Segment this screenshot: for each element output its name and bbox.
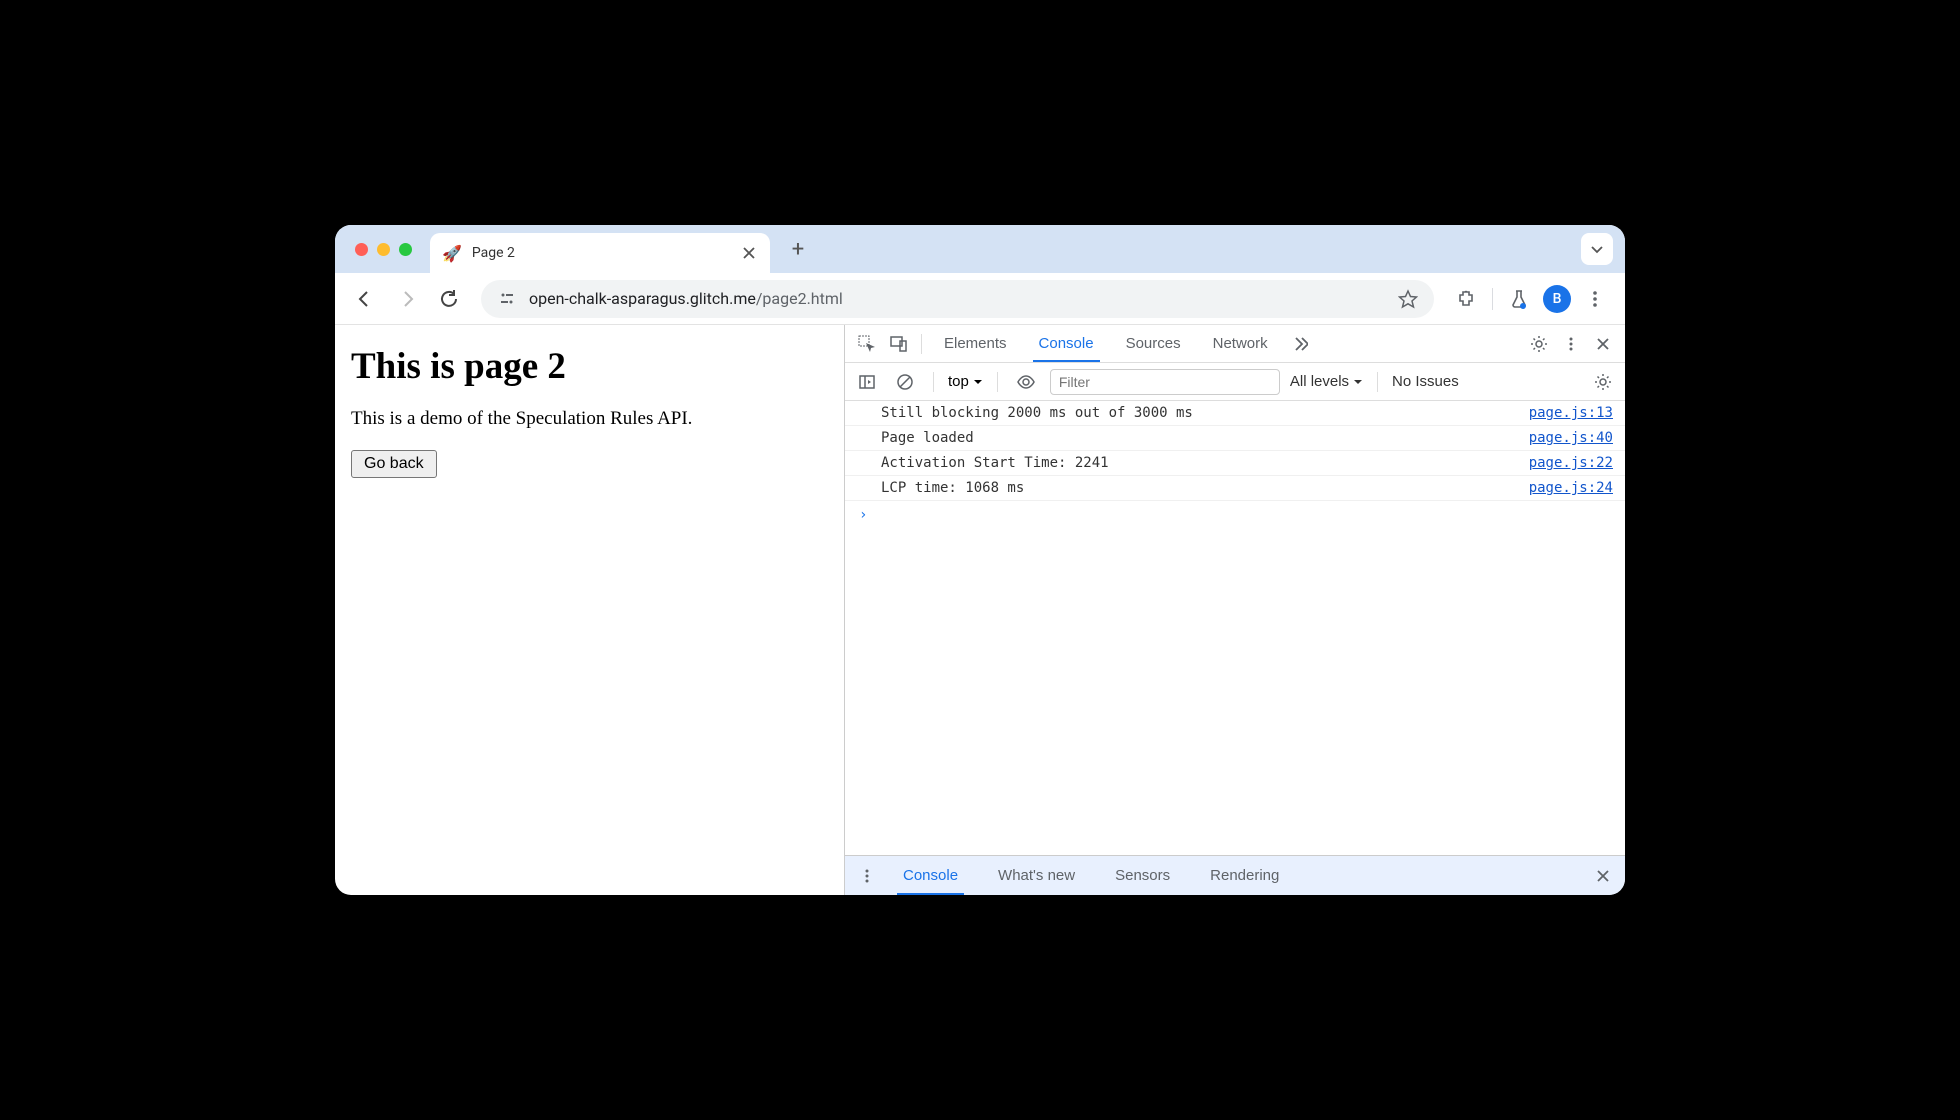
tab-network[interactable]: Network [1199, 325, 1282, 362]
address-bar[interactable]: open-chalk-asparagus.glitch.me/page2.htm… [481, 280, 1434, 318]
toolbar-divider [1492, 288, 1493, 310]
console-settings-icon[interactable] [1589, 368, 1617, 396]
url-text: open-chalk-asparagus.glitch.me/page2.htm… [529, 289, 1386, 308]
log-source-link[interactable]: page.js:13 [1529, 405, 1613, 421]
log-source-link[interactable]: page.js:40 [1529, 430, 1613, 446]
divider [933, 372, 934, 392]
levels-label: All levels [1290, 373, 1349, 390]
new-tab-button[interactable]: + [782, 233, 814, 265]
labs-flask-icon[interactable] [1501, 281, 1537, 317]
device-toggle-icon[interactable] [885, 330, 913, 358]
maximize-window-button[interactable] [399, 243, 412, 256]
url-path: /page2.html [756, 289, 843, 308]
console-toolbar: top All levels No Issues [845, 363, 1625, 401]
url-host: open-chalk-asparagus.glitch.me [529, 289, 756, 308]
chrome-menu-icon[interactable] [1577, 281, 1613, 317]
browser-tab[interactable]: 🚀 Page 2 [430, 233, 770, 273]
tab-sources[interactable]: Sources [1112, 325, 1195, 362]
tab-elements[interactable]: Elements [930, 325, 1021, 362]
avatar-initial: B [1553, 291, 1562, 307]
context-label: top [948, 373, 969, 390]
console-log-row: Activation Start Time: 2241 page.js:22 [845, 451, 1625, 476]
devtools-tabbar: Elements Console Sources Network [845, 325, 1625, 363]
close-tab-button[interactable] [740, 244, 758, 262]
page-paragraph: This is a demo of the Speculation Rules … [351, 408, 828, 430]
drawer-tab-whats-new[interactable]: What's new [980, 856, 1093, 895]
log-message: Page loaded [881, 430, 1529, 446]
extensions-icon[interactable] [1448, 281, 1484, 317]
forward-button[interactable] [389, 281, 425, 317]
log-message: Still blocking 2000 ms out of 3000 ms [881, 405, 1529, 421]
go-back-button[interactable]: Go back [351, 450, 437, 478]
console-log-row: Page loaded page.js:40 [845, 426, 1625, 451]
tab-title: Page 2 [472, 245, 730, 261]
content-area: This is page 2 This is a demo of the Spe… [335, 325, 1625, 895]
devtools-panel: Elements Console Sources Network [845, 325, 1625, 895]
devtools-close-icon[interactable] [1589, 330, 1617, 358]
context-selector[interactable]: top [948, 373, 983, 390]
filter-input[interactable] [1050, 369, 1280, 395]
log-message: LCP time: 1068 ms [881, 480, 1529, 496]
browser-toolbar: open-chalk-asparagus.glitch.me/page2.htm… [335, 273, 1625, 325]
drawer-tab-rendering[interactable]: Rendering [1192, 856, 1297, 895]
console-output: Still blocking 2000 ms out of 3000 ms pa… [845, 401, 1625, 855]
divider [1377, 372, 1378, 392]
drawer-menu-icon[interactable] [853, 862, 881, 890]
console-log-row: LCP time: 1068 ms page.js:24 [845, 476, 1625, 501]
tab-console[interactable]: Console [1025, 325, 1108, 362]
devtools-settings-icon[interactable] [1525, 330, 1553, 358]
page-heading: This is page 2 [351, 345, 828, 388]
more-tabs-icon[interactable] [1286, 330, 1314, 358]
divider [921, 334, 922, 354]
toggle-sidebar-icon[interactable] [853, 368, 881, 396]
console-log-row: Still blocking 2000 ms out of 3000 ms pa… [845, 401, 1625, 426]
divider [997, 372, 998, 392]
log-levels-selector[interactable]: All levels [1290, 373, 1363, 390]
devtools-drawer: Console What's new Sensors Rendering [845, 855, 1625, 895]
bookmark-star-icon[interactable] [1398, 289, 1418, 309]
clear-console-icon[interactable] [891, 368, 919, 396]
drawer-tab-console[interactable]: Console [885, 856, 976, 895]
drawer-close-icon[interactable] [1589, 862, 1617, 890]
browser-window: 🚀 Page 2 + open-chalk-asparagus.glitch.m… [335, 225, 1625, 895]
window-controls [355, 243, 412, 256]
drawer-tab-sensors[interactable]: Sensors [1097, 856, 1188, 895]
issues-status[interactable]: No Issues [1392, 373, 1459, 390]
page-viewport: This is page 2 This is a demo of the Spe… [335, 325, 845, 895]
site-settings-icon[interactable] [497, 289, 517, 309]
inspect-element-icon[interactable] [853, 330, 881, 358]
console-prompt[interactable]: › [845, 501, 1625, 529]
log-source-link[interactable]: page.js:24 [1529, 480, 1613, 496]
reload-button[interactable] [431, 281, 467, 317]
back-button[interactable] [347, 281, 383, 317]
tab-favicon-icon: 🚀 [442, 244, 462, 263]
devtools-menu-icon[interactable] [1557, 330, 1585, 358]
log-message: Activation Start Time: 2241 [881, 455, 1529, 471]
log-source-link[interactable]: page.js:22 [1529, 455, 1613, 471]
live-expression-icon[interactable] [1012, 368, 1040, 396]
tab-strip: 🚀 Page 2 + [335, 225, 1625, 273]
minimize-window-button[interactable] [377, 243, 390, 256]
tabs-search-button[interactable] [1581, 233, 1613, 265]
profile-avatar[interactable]: B [1543, 285, 1571, 313]
close-window-button[interactable] [355, 243, 368, 256]
